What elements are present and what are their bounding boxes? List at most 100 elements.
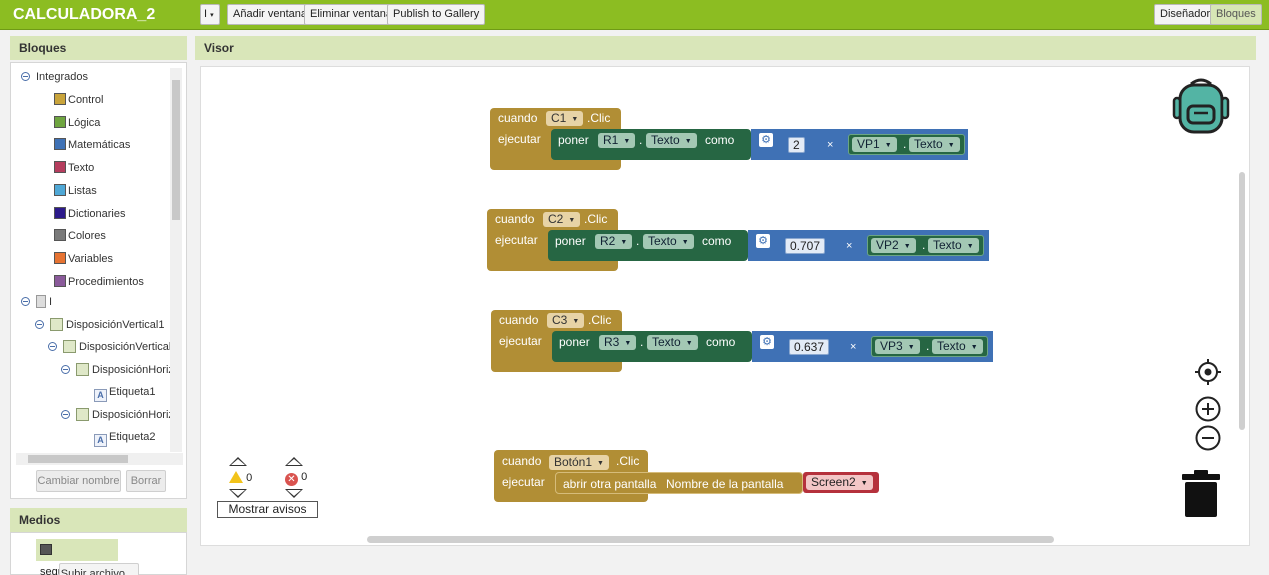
component-dropdown[interactable]: C2 ▼ [543, 212, 581, 227]
chevron-down-icon: ▼ [884, 142, 892, 149]
gear-icon[interactable]: ⚙ [756, 234, 770, 248]
text-block[interactable]: Screen2 ▼ [803, 472, 879, 493]
zoom-in-icon[interactable] [1194, 395, 1222, 423]
recenter-icon[interactable] [1194, 358, 1222, 386]
tree-component[interactable]: A Etiqueta1 [94, 383, 155, 403]
do-label: ejecutar [502, 475, 545, 489]
gear-icon[interactable]: ⚙ [759, 133, 773, 147]
tree-h-scrollbar[interactable] [16, 453, 183, 465]
chevron-down-icon: ▼ [685, 340, 693, 347]
tree-component[interactable]: DisposiciónHoriz [61, 361, 174, 379]
tree-component[interactable]: DisposiciónVertical [48, 338, 171, 356]
trash-icon[interactable] [1182, 470, 1220, 518]
tree-component[interactable]: DisposiciónHoriz [61, 406, 174, 424]
do-label: ejecutar [499, 334, 542, 348]
tree-category[interactable]: Lógica [54, 114, 100, 132]
publish-gallery-button[interactable]: Publish to Gallery [387, 4, 486, 25]
tree-screen[interactable]: I [21, 293, 52, 311]
multiply-sign: × [850, 341, 857, 353]
multiply-sign: × [846, 240, 853, 252]
category-color-icon [54, 183, 66, 196]
to-label: como [706, 335, 736, 349]
number-field[interactable]: 0.707 [785, 238, 826, 254]
tree-screen-label: I [49, 296, 53, 308]
target-component-dropdown[interactable]: R2 ▼ [595, 234, 633, 249]
layout-icon [76, 362, 89, 376]
add-window-button[interactable]: Añadir ventana [227, 4, 313, 25]
property-dropdown[interactable]: Texto ▼ [646, 133, 697, 148]
tree-category[interactable]: Texto [54, 159, 94, 177]
collapse-icon[interactable] [21, 72, 30, 81]
component-dropdown[interactable]: Botón1 ▼ [549, 455, 609, 470]
dot-label: . [903, 137, 907, 151]
chevron-down-icon: ▼ [684, 138, 692, 145]
backpack-icon[interactable] [1172, 76, 1230, 136]
blocks-button[interactable]: Bloques [1210, 4, 1262, 25]
tree-category[interactable]: Dictionaries [54, 205, 125, 223]
delete-button[interactable]: Borrar [126, 470, 166, 492]
target-component-dropdown[interactable]: R1 ▼ [598, 133, 636, 148]
tree-builtin[interactable]: Integrados [21, 68, 88, 86]
collapse-icon[interactable] [48, 342, 57, 352]
workspace-h-scrollbar[interactable] [367, 536, 1054, 543]
tree-category[interactable]: Listas [54, 182, 97, 200]
open-screen-block[interactable]: abrir otra pantalla Nombre de la pantall… [555, 472, 803, 494]
tree-category[interactable]: Colores [54, 227, 106, 245]
tree-category[interactable]: Matemáticas [54, 136, 130, 154]
category-color-icon [54, 206, 66, 219]
gear-icon[interactable]: ⚙ [760, 335, 774, 349]
property-dropdown[interactable]: Texto ▼ [647, 335, 698, 350]
error-prev-icon[interactable] [285, 457, 303, 466]
screen-dropdown[interactable]: Screen2 ▼ [806, 475, 873, 490]
source-property-dropdown[interactable]: Texto ▼ [928, 238, 979, 253]
component-dropdown[interactable]: C1 ▼ [546, 111, 584, 126]
source-component-dropdown[interactable]: VP2 ▼ [871, 238, 916, 253]
media-panel: segunda.png Subir archivo ... [10, 532, 187, 575]
source-property-dropdown[interactable]: Texto ▼ [909, 137, 960, 152]
upload-file-button[interactable]: Subir archivo ... [59, 563, 139, 575]
show-warnings-button[interactable]: Mostrar avisos [217, 501, 318, 518]
warn-prev-icon[interactable] [229, 457, 247, 466]
tree-category-label: Control [68, 94, 104, 106]
tree-category-label: Variables [68, 252, 114, 265]
number-field[interactable]: 2 [788, 137, 805, 153]
workspace-v-scrollbar[interactable] [1239, 172, 1245, 430]
tree-component[interactable]: DisposiciónVertical1 [35, 316, 164, 334]
rename-button[interactable]: Cambiar nombre [36, 470, 121, 492]
blocks-panel-title: Bloques [10, 36, 187, 60]
screen-select[interactable]: I ▾ [200, 4, 220, 25]
zoom-out-icon[interactable] [1194, 424, 1222, 452]
do-label: ejecutar [495, 233, 538, 247]
when-label: cuando [495, 212, 535, 226]
designer-button[interactable]: Diseñador [1154, 4, 1217, 25]
property-dropdown[interactable]: Texto ▼ [643, 234, 694, 249]
collapse-icon[interactable] [35, 320, 44, 329]
source-property-dropdown[interactable]: Texto ▼ [932, 339, 983, 354]
source-component-dropdown[interactable]: VP3 ▼ [875, 339, 920, 354]
tree-category-label: Procedimientos [68, 275, 144, 288]
number-field[interactable]: 0.637 [789, 339, 830, 355]
tree-category[interactable]: Procedimientos [54, 273, 144, 291]
error-next-icon[interactable] [285, 489, 303, 498]
event-label: .Clic [588, 313, 612, 327]
component-dropdown[interactable]: C3 ▼ [547, 313, 585, 328]
tree-h-scroll-thumb[interactable] [28, 455, 128, 463]
warn-next-icon[interactable] [229, 489, 247, 498]
dot-label: . [639, 133, 643, 147]
collapse-icon[interactable] [61, 364, 70, 374]
tree-category[interactable]: Control [54, 91, 103, 109]
remove-window-button[interactable]: Eliminar ventana [304, 4, 398, 25]
warning-count: 0 [246, 472, 253, 484]
tree-component[interactable]: A Etiqueta2 [94, 428, 155, 447]
tree-category[interactable]: Variables [54, 250, 113, 268]
tree-scrollbar[interactable] [170, 68, 182, 452]
chevron-down-icon: ▼ [623, 138, 631, 145]
layout-icon [76, 407, 89, 421]
tree-scroll-thumb[interactable] [172, 80, 180, 220]
collapse-icon[interactable] [21, 297, 30, 306]
collapse-icon[interactable] [61, 409, 70, 419]
chevron-down-icon: ▼ [907, 344, 915, 351]
source-component-dropdown[interactable]: VP1 ▼ [852, 137, 897, 152]
target-component-dropdown[interactable]: R3 ▼ [599, 335, 637, 350]
media-file[interactable]: segunda.png [36, 539, 118, 575]
